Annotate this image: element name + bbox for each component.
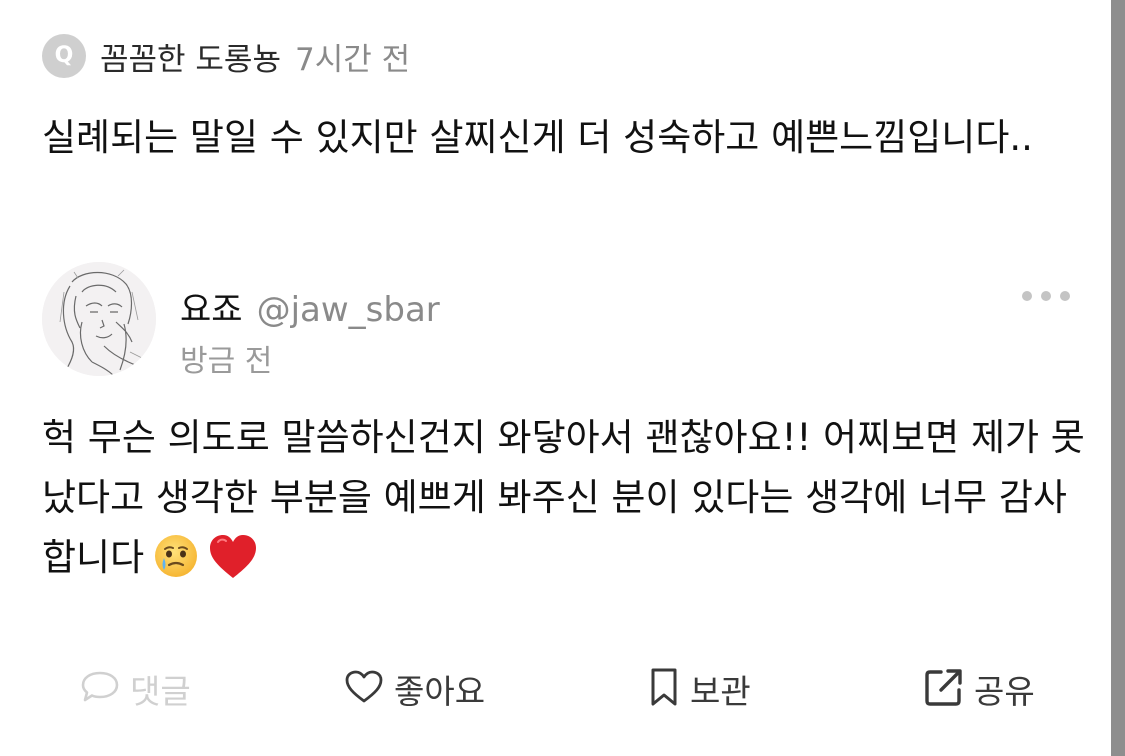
more-options-icon[interactable] [1022,286,1070,306]
bookmark-icon [648,667,680,711]
save-label: 보관 [690,672,751,711]
avatar[interactable] [42,262,156,376]
comment-button[interactable]: 댓글 [80,664,191,714]
question-timestamp: 7시간 전 [294,41,411,78]
answer-author-name[interactable]: 요죠 [180,282,243,331]
share-button[interactable]: 공유 [924,664,1035,714]
avatar-sketch-image [42,262,156,376]
heart-outline-icon [344,669,384,709]
red-heart-icon [208,534,258,598]
question-author[interactable]: 꼼꼼한 도롱뇽 [100,34,281,79]
question-header: Q 꼼꼼한 도롱뇽 7시간 전 [42,34,410,78]
question-text: 실례되는 말일 수 있지만 살찌신게 더 성숙하고 예쁜느낌입니다.. [42,116,1033,159]
answer-text-block: 헉 무슨 의도로 말씀하신건지 와닿아서 괜찮아요!! 어찌보면 제가 못났다고… [42,408,1092,598]
save-button[interactable]: 보관 [648,664,751,714]
question-badge-icon: Q [42,34,86,78]
window-edge [1111,0,1125,756]
action-bar: 댓글 좋아요 보관 공유 [0,664,1110,714]
answer-author-handle[interactable]: @jaw_sbar [257,290,440,330]
face-holding-back-tears-icon [152,532,200,598]
speech-bubble-icon [80,670,120,708]
like-label: 좋아요 [394,672,486,711]
share-label: 공유 [974,672,1035,711]
share-icon [924,667,964,711]
answer-timestamp: 방금 전 [180,344,273,379]
like-button[interactable]: 좋아요 [344,664,485,714]
answer-author-row: 요죠 @jaw_sbar [180,282,440,331]
comment-label: 댓글 [130,672,191,711]
question-badge-letter: Q [54,43,74,68]
